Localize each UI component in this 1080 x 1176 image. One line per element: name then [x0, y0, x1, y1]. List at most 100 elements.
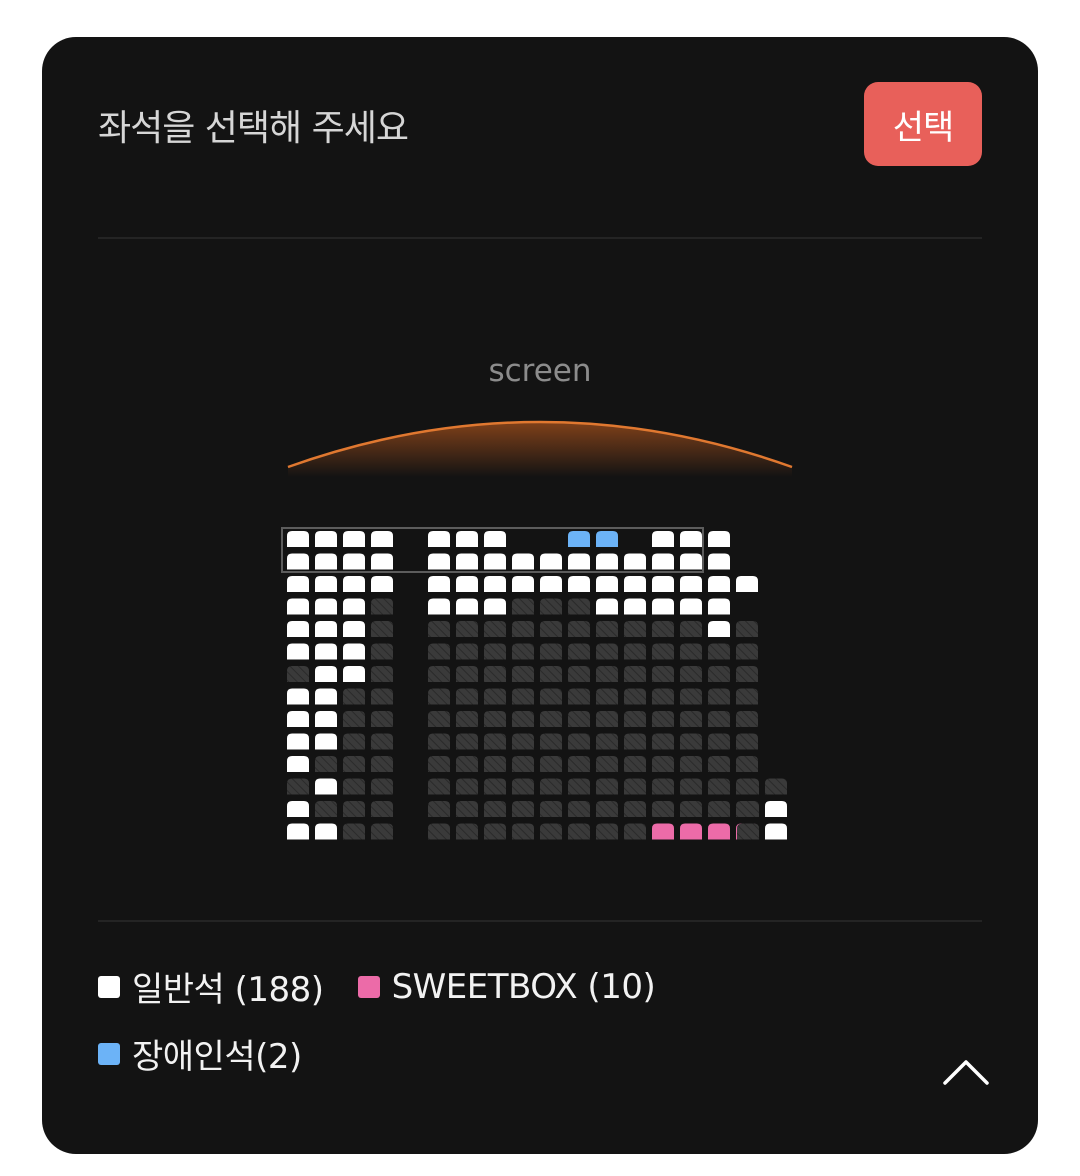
seat-unavailable	[596, 756, 618, 772]
seat-available[interactable]	[287, 823, 309, 840]
seat-available[interactable]	[540, 553, 562, 570]
seat-unavailable	[568, 756, 590, 772]
seat-available[interactable]	[287, 711, 309, 727]
seat-map[interactable]	[42, 37, 1038, 877]
seat-available[interactable]	[512, 576, 534, 592]
seat-unavailable	[343, 733, 365, 750]
seat-available[interactable]	[456, 531, 478, 547]
seat-unavailable	[428, 621, 450, 637]
seat-available[interactable]	[428, 576, 450, 592]
seat-available[interactable]	[287, 688, 309, 705]
seat-available[interactable]	[343, 598, 365, 615]
legend-sweetbox-label: SWEETBOX (10)	[391, 966, 656, 1007]
seat-available[interactable]	[568, 576, 590, 592]
legend-regular: 일반석 (188)	[98, 962, 324, 1011]
seat-unavailable	[624, 778, 646, 795]
seat-available[interactable]	[287, 801, 309, 817]
seat-available[interactable]	[315, 576, 337, 592]
seat-available[interactable]	[708, 621, 730, 637]
seat-available[interactable]	[708, 553, 730, 570]
seat-available[interactable]	[652, 598, 674, 615]
seat-available[interactable]	[680, 576, 702, 592]
seat-available[interactable]	[624, 553, 646, 570]
seat-unavailable	[512, 621, 534, 637]
seat-unavailable	[736, 666, 758, 682]
seat-available[interactable]	[596, 598, 618, 615]
seat-available[interactable]	[765, 823, 787, 840]
seat-available[interactable]	[315, 688, 337, 705]
seat-available[interactable]	[343, 621, 365, 637]
seat-available[interactable]	[512, 553, 534, 570]
seat-available[interactable]	[315, 621, 337, 637]
seat-available[interactable]	[652, 576, 674, 592]
seat-available[interactable]	[287, 756, 309, 772]
seat-available[interactable]	[652, 553, 674, 570]
seat-available[interactable]	[708, 598, 730, 615]
seat-available[interactable]	[456, 576, 478, 592]
seat-available[interactable]	[680, 531, 702, 547]
seat-available[interactable]	[680, 553, 702, 570]
seat-sweetbox[interactable]	[652, 823, 674, 840]
seat-available[interactable]	[484, 553, 506, 570]
seat-available[interactable]	[315, 778, 337, 795]
seat-available[interactable]	[343, 553, 365, 570]
seat-available[interactable]	[428, 531, 450, 547]
seat-wheelchair[interactable]	[568, 531, 590, 547]
seat-unavailable	[737, 801, 759, 817]
seat-available[interactable]	[652, 531, 674, 547]
seat-available[interactable]	[736, 576, 758, 592]
chevron-up-icon[interactable]	[942, 1057, 990, 1087]
seat-available[interactable]	[315, 643, 337, 660]
seat-available[interactable]	[765, 801, 787, 817]
seat-sweetbox[interactable]	[708, 823, 730, 840]
seat-unavailable	[736, 756, 758, 772]
seat-available[interactable]	[287, 531, 309, 547]
seat-available[interactable]	[315, 553, 337, 570]
seat-available[interactable]	[371, 531, 393, 547]
seat-available[interactable]	[428, 553, 450, 570]
seat-available[interactable]	[708, 531, 730, 547]
seat-available[interactable]	[708, 576, 730, 592]
seat-available[interactable]	[343, 643, 365, 660]
seat-available[interactable]	[484, 598, 506, 615]
seat-available[interactable]	[484, 576, 506, 592]
seat-available[interactable]	[371, 576, 393, 592]
seat-available[interactable]	[315, 733, 337, 750]
seat-unavailable	[736, 688, 758, 705]
seat-available[interactable]	[596, 576, 618, 592]
seat-available[interactable]	[343, 531, 365, 547]
seat-available[interactable]	[315, 666, 337, 682]
seat-available[interactable]	[568, 553, 590, 570]
seat-available[interactable]	[315, 711, 337, 727]
seat-available[interactable]	[287, 733, 309, 750]
seat-unavailable	[540, 778, 562, 795]
seat-unavailable	[512, 823, 534, 840]
seat-sweetbox[interactable]	[680, 823, 702, 840]
seat-available[interactable]	[287, 576, 309, 592]
seat-unavailable	[652, 666, 674, 682]
seat-available[interactable]	[287, 621, 309, 637]
seat-available[interactable]	[287, 643, 309, 660]
seat-available[interactable]	[680, 598, 702, 615]
seat-available[interactable]	[456, 553, 478, 570]
seat-available[interactable]	[287, 553, 309, 570]
seat-available[interactable]	[343, 666, 365, 682]
seat-available[interactable]	[484, 531, 506, 547]
seat-available[interactable]	[428, 598, 450, 615]
seat-available[interactable]	[540, 576, 562, 592]
seat-available[interactable]	[624, 576, 646, 592]
seat-available[interactable]	[315, 531, 337, 547]
seat-available[interactable]	[315, 823, 337, 840]
seat-unavailable	[428, 778, 450, 795]
seat-available[interactable]	[371, 553, 393, 570]
seat-available[interactable]	[343, 576, 365, 592]
seat-available[interactable]	[287, 598, 309, 615]
seat-available[interactable]	[456, 598, 478, 615]
seat-available[interactable]	[596, 553, 618, 570]
seat-selection-card: 좌석을 선택해 주세요 선택 screen 일반석 (188) SWEETBOX…	[42, 37, 1038, 1154]
seat-available[interactable]	[315, 598, 337, 615]
seat-available[interactable]	[624, 598, 646, 615]
seat-wheelchair[interactable]	[596, 531, 618, 547]
seat-unavailable	[680, 711, 702, 727]
seat-unavailable	[624, 688, 646, 705]
